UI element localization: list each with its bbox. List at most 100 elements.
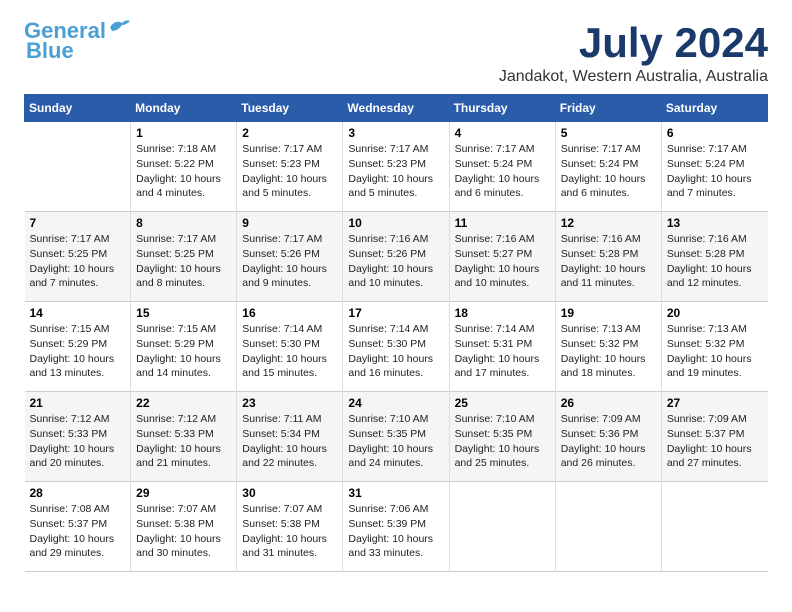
calendar-cell: 3 Sunrise: 7:17 AMSunset: 5:23 PMDaylight… bbox=[343, 122, 449, 212]
cell-content: Sunrise: 7:13 AMSunset: 5:32 PMDaylight:… bbox=[667, 322, 763, 381]
cell-content: Sunrise: 7:17 AMSunset: 5:23 PMDaylight:… bbox=[348, 142, 443, 201]
calendar-cell: 31Sunrise: 7:06 AMSunset: 5:39 PMDayligh… bbox=[343, 482, 449, 572]
cell-line: Sunset: 5:25 PM bbox=[136, 247, 231, 262]
calendar-cell: 12Sunrise: 7:16 AMSunset: 5:28 PMDayligh… bbox=[555, 212, 661, 302]
calendar-week-row: 21Sunrise: 7:12 AMSunset: 5:33 PMDayligh… bbox=[25, 392, 768, 482]
weekday-header-thursday: Thursday bbox=[449, 95, 555, 122]
day-number: 17 bbox=[348, 306, 443, 320]
cell-content: Sunrise: 7:09 AMSunset: 5:36 PMDaylight:… bbox=[561, 412, 656, 471]
calendar-cell: 28Sunrise: 7:08 AMSunset: 5:37 PMDayligh… bbox=[25, 482, 131, 572]
cell-content: Sunrise: 7:17 AMSunset: 5:25 PMDaylight:… bbox=[136, 232, 231, 291]
day-number: 6 bbox=[667, 126, 763, 140]
day-number: 23 bbox=[242, 396, 337, 410]
cell-line: Sunset: 5:26 PM bbox=[348, 247, 443, 262]
cell-line: Daylight: 10 hours bbox=[561, 442, 656, 457]
calendar-cell: 27Sunrise: 7:09 AMSunset: 5:37 PMDayligh… bbox=[661, 392, 767, 482]
cell-line: Sunrise: 7:07 AM bbox=[136, 502, 231, 517]
cell-line: and 11 minutes. bbox=[561, 276, 656, 291]
calendar-cell: 10Sunrise: 7:16 AMSunset: 5:26 PMDayligh… bbox=[343, 212, 449, 302]
cell-line: Sunrise: 7:15 AM bbox=[30, 322, 126, 337]
calendar-table: SundayMondayTuesdayWednesdayThursdayFrid… bbox=[24, 94, 768, 572]
cell-line: and 10 minutes. bbox=[455, 276, 550, 291]
cell-content: Sunrise: 7:10 AMSunset: 5:35 PMDaylight:… bbox=[455, 412, 550, 471]
cell-line: Daylight: 10 hours bbox=[136, 442, 231, 457]
calendar-week-row: 1Sunrise: 7:18 AMSunset: 5:22 PMDaylight… bbox=[25, 122, 768, 212]
cell-line: Sunrise: 7:06 AM bbox=[348, 502, 443, 517]
cell-line: Sunset: 5:30 PM bbox=[242, 337, 337, 352]
cell-line: Daylight: 10 hours bbox=[30, 262, 126, 277]
cell-line: and 19 minutes. bbox=[667, 366, 763, 381]
cell-line: Sunset: 5:26 PM bbox=[242, 247, 337, 262]
cell-line: Daylight: 10 hours bbox=[136, 532, 231, 547]
cell-line: and 8 minutes. bbox=[136, 276, 231, 291]
calendar-cell: 30Sunrise: 7:07 AMSunset: 5:38 PMDayligh… bbox=[237, 482, 343, 572]
cell-content: Sunrise: 7:17 AMSunset: 5:25 PMDaylight:… bbox=[30, 232, 126, 291]
calendar-cell: 7Sunrise: 7:17 AMSunset: 5:25 PMDaylight… bbox=[25, 212, 131, 302]
calendar-week-row: 28Sunrise: 7:08 AMSunset: 5:37 PMDayligh… bbox=[25, 482, 768, 572]
cell-content: Sunrise: 7:08 AMSunset: 5:37 PMDaylight:… bbox=[30, 502, 126, 561]
day-number: 3 bbox=[348, 126, 443, 140]
cell-line: and 7 minutes. bbox=[30, 276, 126, 291]
day-number: 26 bbox=[561, 396, 656, 410]
calendar-cell: 17Sunrise: 7:14 AMSunset: 5:30 PMDayligh… bbox=[343, 302, 449, 392]
cell-line: and 21 minutes. bbox=[136, 456, 231, 471]
day-number: 16 bbox=[242, 306, 337, 320]
cell-content: Sunrise: 7:17 AMSunset: 5:24 PMDaylight:… bbox=[667, 142, 763, 201]
cell-line: Daylight: 10 hours bbox=[455, 442, 550, 457]
weekday-header-friday: Friday bbox=[555, 95, 661, 122]
cell-line: Sunset: 5:25 PM bbox=[30, 247, 126, 262]
day-number: 25 bbox=[455, 396, 550, 410]
cell-line: Sunrise: 7:17 AM bbox=[667, 142, 763, 157]
cell-line: Sunrise: 7:13 AM bbox=[561, 322, 656, 337]
cell-line: Sunrise: 7:16 AM bbox=[348, 232, 443, 247]
cell-line: Sunrise: 7:10 AM bbox=[348, 412, 443, 427]
cell-line: Sunrise: 7:14 AM bbox=[455, 322, 550, 337]
day-number: 8 bbox=[136, 216, 231, 230]
day-number: 13 bbox=[667, 216, 763, 230]
location-title: Jandakot, Western Australia, Australia bbox=[499, 68, 768, 86]
weekday-header-row: SundayMondayTuesdayWednesdayThursdayFrid… bbox=[25, 95, 768, 122]
calendar-cell bbox=[449, 482, 555, 572]
cell-content: Sunrise: 7:16 AMSunset: 5:28 PMDaylight:… bbox=[561, 232, 656, 291]
cell-line: Sunset: 5:32 PM bbox=[667, 337, 763, 352]
cell-line: Sunset: 5:30 PM bbox=[348, 337, 443, 352]
cell-line: Daylight: 10 hours bbox=[242, 262, 337, 277]
calendar-cell bbox=[25, 122, 131, 212]
cell-line: Sunrise: 7:12 AM bbox=[136, 412, 231, 427]
day-number: 18 bbox=[455, 306, 550, 320]
cell-line: and 13 minutes. bbox=[30, 366, 126, 381]
cell-line: Sunrise: 7:14 AM bbox=[242, 322, 337, 337]
calendar-cell: 15Sunrise: 7:15 AMSunset: 5:29 PMDayligh… bbox=[131, 302, 237, 392]
weekday-header-monday: Monday bbox=[131, 95, 237, 122]
weekday-header-sunday: Sunday bbox=[25, 95, 131, 122]
cell-line: and 4 minutes. bbox=[136, 186, 231, 201]
cell-line: Sunrise: 7:09 AM bbox=[561, 412, 656, 427]
cell-line: Daylight: 10 hours bbox=[455, 262, 550, 277]
cell-line: Sunset: 5:37 PM bbox=[667, 427, 763, 442]
cell-line: Sunrise: 7:17 AM bbox=[561, 142, 656, 157]
cell-line: Sunrise: 7:12 AM bbox=[30, 412, 126, 427]
cell-line: and 12 minutes. bbox=[667, 276, 763, 291]
cell-line: Daylight: 10 hours bbox=[667, 172, 763, 187]
calendar-cell: 25 Sunrise: 7:10 AMSunset: 5:35 PMDayligh… bbox=[449, 392, 555, 482]
cell-line: Sunrise: 7:17 AM bbox=[136, 232, 231, 247]
cell-line: Sunrise: 7:10 AM bbox=[455, 412, 550, 427]
bird-icon bbox=[108, 17, 130, 37]
cell-line: Sunset: 5:35 PM bbox=[348, 427, 443, 442]
calendar-cell: 23Sunrise: 7:11 AMSunset: 5:34 PMDayligh… bbox=[237, 392, 343, 482]
cell-line: Daylight: 10 hours bbox=[30, 442, 126, 457]
cell-line: Sunrise: 7:15 AM bbox=[136, 322, 231, 337]
cell-line: and 16 minutes. bbox=[348, 366, 443, 381]
calendar-cell: 11Sunrise: 7:16 AMSunset: 5:27 PMDayligh… bbox=[449, 212, 555, 302]
cell-line: Sunset: 5:34 PM bbox=[242, 427, 337, 442]
cell-line: Daylight: 10 hours bbox=[136, 172, 231, 187]
day-number: 19 bbox=[561, 306, 656, 320]
cell-line: Daylight: 10 hours bbox=[561, 262, 656, 277]
page-header: GeneralBlue Blue July 2024 Jandakot, Wes… bbox=[24, 20, 768, 86]
cell-line: Sunrise: 7:08 AM bbox=[30, 502, 126, 517]
weekday-header-wednesday: Wednesday bbox=[343, 95, 449, 122]
cell-line: and 5 minutes. bbox=[242, 186, 337, 201]
calendar-cell: 16Sunrise: 7:14 AMSunset: 5:30 PMDayligh… bbox=[237, 302, 343, 392]
day-number: 11 bbox=[455, 216, 550, 230]
logo: GeneralBlue Blue bbox=[24, 20, 130, 64]
